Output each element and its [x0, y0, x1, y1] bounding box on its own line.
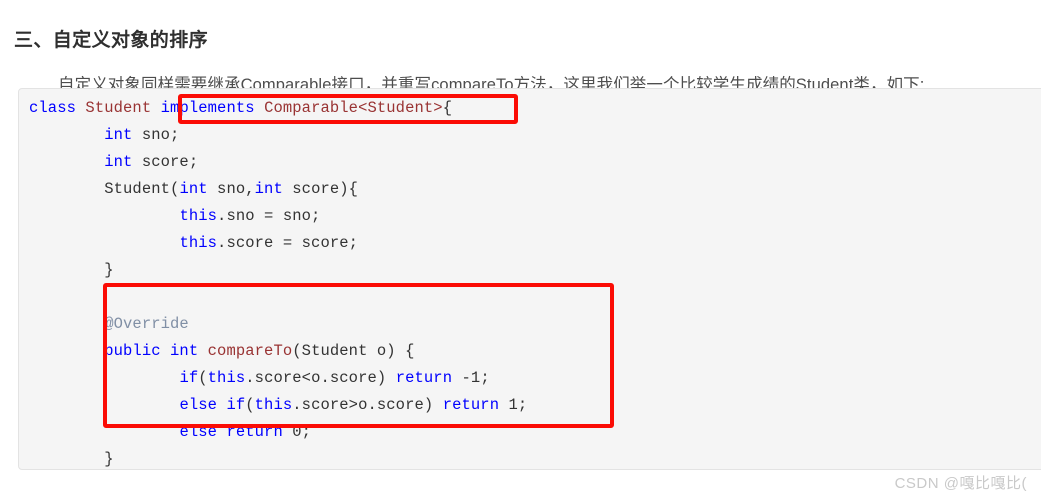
code-token: if — [179, 369, 199, 387]
code-token: .score>o.score) — [292, 396, 443, 414]
code-token: else return — [179, 423, 293, 441]
code-line: } — [29, 446, 527, 469]
code-line: int sno; — [29, 122, 527, 149]
code-token: (Student o) { — [292, 342, 415, 360]
code-token: .score<o.score) — [245, 369, 396, 387]
code-block[interactable]: class Student implements Comparable<Stud… — [18, 88, 1041, 470]
code-line: else return 0; — [29, 419, 527, 446]
code-content: class Student implements Comparable<Stud… — [29, 95, 527, 469]
code-token: sno, — [217, 180, 255, 198]
code-token: Student — [85, 99, 161, 117]
code-line: Student(int sno,int score){ — [29, 176, 527, 203]
code-token: this — [179, 207, 218, 225]
code-token: this — [207, 369, 246, 387]
code-line: int score; — [29, 149, 527, 176]
code-token: sno; — [141, 126, 180, 144]
code-token: this — [179, 234, 218, 252]
code-line: this.score = score; — [29, 230, 527, 257]
code-token: class — [29, 99, 86, 117]
code-token: public int — [104, 342, 208, 360]
code-line: public int compareTo(Student o) { — [29, 338, 527, 365]
code-line: @Override — [29, 311, 527, 338]
code-token: Student( — [29, 180, 180, 198]
code-line: } — [29, 257, 527, 284]
code-token: score; — [141, 153, 199, 171]
code-token: this — [254, 396, 293, 414]
code-token: } — [29, 261, 114, 279]
code-token: return — [395, 369, 462, 387]
code-token: score){ — [292, 180, 359, 198]
code-token: ( — [198, 369, 208, 387]
code-token: } — [29, 450, 114, 468]
code-token: Comparable<Student> — [264, 99, 443, 117]
code-token: implements — [160, 99, 265, 117]
code-token: { — [442, 99, 453, 117]
code-token: return — [442, 396, 509, 414]
code-token: int — [104, 126, 142, 144]
code-line: this.sno = sno; — [29, 203, 527, 230]
code-token: 1; — [508, 396, 528, 414]
page-title: 三、自定义对象的排序 — [14, 29, 209, 51]
code-token: else if — [179, 396, 246, 414]
code-token: ( — [245, 396, 255, 414]
code-token: .score = score; — [217, 234, 359, 252]
code-token: compareTo — [207, 342, 293, 360]
code-token: @Override — [104, 315, 189, 333]
code-token: 0; — [292, 423, 312, 441]
code-line: else if(this.score>o.score) return 1; — [29, 392, 527, 419]
code-token: int — [104, 153, 142, 171]
code-token: -1; — [461, 369, 490, 387]
code-token: .sno = sno; — [217, 207, 321, 225]
csdn-watermark: CSDN @嘎比嘎比( — [894, 475, 1027, 492]
code-token: int — [254, 180, 293, 198]
code-line: if(this.score<o.score) return -1; — [29, 365, 527, 392]
code-line: class Student implements Comparable<Stud… — [29, 95, 527, 122]
code-token: int — [179, 180, 218, 198]
